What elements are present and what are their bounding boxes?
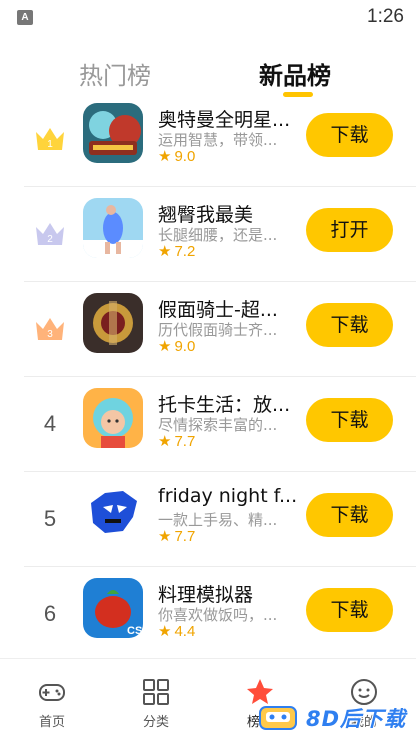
crown-silver-icon: 2 [36,223,64,245]
app-icon-friday-night[interactable] [83,483,143,543]
app-name: friday night f... [158,485,298,507]
app-name: 翘臀我最美 [158,204,254,226]
rating-value: 9.0 [174,147,196,165]
app-icon-cooking-simulator[interactable]: CS [83,578,143,638]
watermark-text: 8D后下载 [306,707,407,731]
rating-value: 7.7 [174,527,196,545]
list-item[interactable]: 2 翘臀我最美 长腿细腰，还是... ★ 7.2 打开 [0,187,416,282]
status-notification-icon: A [17,10,33,25]
watermark: 8D后下载 [254,699,416,735]
star-icon: ★ [158,243,172,260]
list-item[interactable]: 5 friday night f... 一款上手易、精... ★ 7.7 下载 [0,472,416,567]
app-icon-toca-life[interactable] [83,388,143,448]
download-button[interactable]: 下载 [306,493,393,537]
download-button[interactable]: 下载 [306,588,393,632]
nav-home-label: 首页 [38,715,65,730]
app-name: 奥特曼全明星... [158,109,291,131]
app-rating: ★ 7.7 [158,527,196,546]
star-icon: ★ [158,623,172,640]
app-list[interactable]: 1 奥特曼全明星... 运用智慧，带领... ★9.0 下载 2 翘臀我最美 [0,92,416,658]
grid-icon [143,679,169,705]
star-icon: ★ [158,433,172,450]
download-button[interactable]: 下载 [306,303,393,347]
app-icon-beauty[interactable] [83,198,143,258]
crown-bronze-icon: 3 [36,318,64,340]
nav-home[interactable]: 首页 [0,659,104,737]
crown-rank: 3 [47,329,53,340]
app-name: 托卡生活：放... [158,394,291,416]
rating-value: 9.0 [174,337,196,355]
download-button[interactable]: 下载 [306,398,393,442]
list-item[interactable]: 4 托卡生活：放... 尽情探索丰富的... ★ 7.7 下载 [0,377,416,472]
svg-text:CS: CS [127,625,142,637]
open-button[interactable]: 打开 [306,208,393,252]
tab-hot[interactable]: 热门榜 [79,56,151,91]
app-name: 假面骑士-超... [158,299,278,321]
rank-number: 5 [43,506,57,531]
star-icon: ★ [158,528,172,545]
star-icon: ★ [158,148,172,165]
app-name: 料理模拟器 [158,584,254,606]
gamepad-icon [39,684,65,701]
star-icon: ★ [158,338,172,355]
watermark-logo-icon [259,706,297,730]
nav-category[interactable]: 分类 [104,659,208,737]
list-item[interactable]: 1 奥特曼全明星... 运用智慧，带领... ★ 9.0 下载 [0,92,416,187]
app-icon-ultraman[interactable] [83,103,143,163]
rank-number: 6 [43,601,57,626]
crown-rank: 1 [47,139,53,150]
tab-new[interactable]: 新品榜 [259,56,331,91]
app-rating: ★ 7.7 [158,432,196,451]
app-rating: ★ 9.0 [158,337,196,356]
status-bar: A 1:26 [0,0,416,36]
list-item[interactable]: 3 假面骑士-超... 历代假面骑士齐... ★ 9.0 下载 [0,282,416,377]
rating-value: 7.2 [174,242,196,260]
rating-value: 7.7 [174,432,196,450]
app-rating: ★ 7.2 [158,242,196,261]
crown-rank: 2 [47,234,53,245]
status-time: 1:26 [367,6,404,27]
download-button[interactable]: 下载 [306,113,393,157]
app-rating: ★ 4.4 [158,622,196,641]
app-icon-kamen-rider[interactable] [83,293,143,353]
list-item[interactable]: 6 CS 料理模拟器 你喜欢做饭吗，... ★ 4.4 下载 [0,567,416,658]
app-rating: ★ 9.0 [158,147,196,166]
rating-value: 4.4 [174,622,196,640]
nav-category-label: 分类 [142,715,169,730]
crown-gold-icon: 1 [36,128,64,150]
rank-number: 4 [43,411,57,436]
